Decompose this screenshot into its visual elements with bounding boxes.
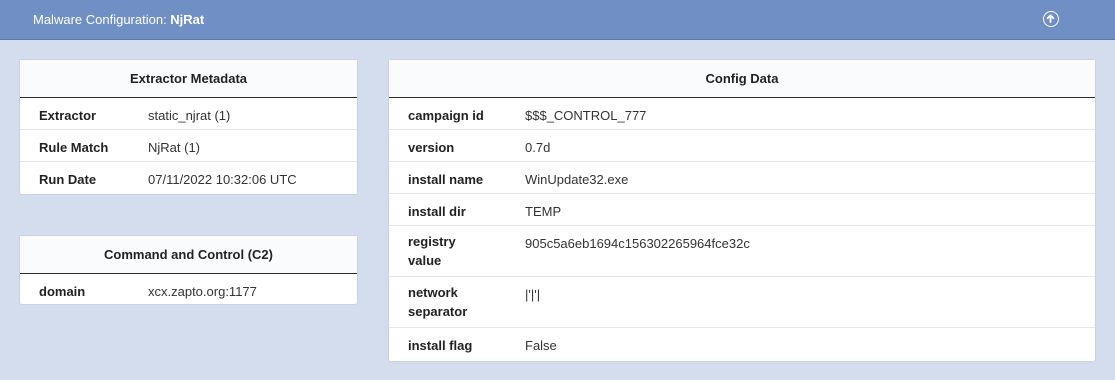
top-bar: Malware Configuration: NjRat	[0, 0, 1115, 40]
row-key: Rule Match	[39, 140, 109, 155]
table-row: registry value 905c5a6eb1694c15630226596…	[389, 226, 1095, 277]
table-row: Run Date 07/11/2022 10:32:06 UTC	[20, 162, 357, 194]
arrow-up-circle-icon[interactable]	[1043, 11, 1059, 27]
row-value: 07/11/2022 10:32:06 UTC	[148, 172, 297, 187]
row-value: xcx.zapto.org:1177	[148, 284, 257, 299]
page-title-prefix: Malware Configuration:	[33, 12, 171, 27]
config-data-title: Config Data	[389, 60, 1095, 98]
extractor-metadata-card: Extractor Metadata Extractor static_njra…	[19, 59, 358, 195]
row-key: campaign id	[408, 108, 484, 123]
table-row: install name WinUpdate32.exe	[389, 162, 1095, 194]
row-value: NjRat (1)	[148, 140, 201, 155]
row-value: $$$_CONTROL_777	[525, 108, 647, 123]
row-value: TEMP	[525, 204, 562, 219]
table-row: install dir TEMP	[389, 194, 1095, 226]
extractor-metadata-title: Extractor Metadata	[20, 60, 357, 98]
row-value: False	[525, 338, 557, 353]
table-row: campaign id $$$_CONTROL_777	[389, 98, 1095, 130]
row-key: install flag	[408, 338, 473, 353]
table-row: Extractor static_njrat (1)	[20, 98, 357, 130]
c2-title: Command and Control (C2)	[20, 236, 357, 274]
row-value: |'|'|	[525, 287, 541, 302]
row-value: WinUpdate32.exe	[525, 172, 629, 187]
table-row: version 0.7d	[389, 130, 1095, 162]
c2-card: Command and Control (C2) domain xcx.zapt…	[19, 235, 358, 305]
table-row: network separator |'|'|	[389, 277, 1095, 328]
row-key: registry value	[408, 234, 456, 268]
row-key: version	[408, 140, 455, 155]
row-value: static_njrat (1)	[148, 108, 231, 123]
row-value: 0.7d	[525, 140, 551, 155]
row-value: 905c5a6eb1694c156302265964fce32c	[525, 236, 750, 251]
malware-family-name: NjRat	[170, 12, 205, 27]
table-row: domain xcx.zapto.org:1177	[20, 274, 357, 306]
row-key: Run Date	[39, 172, 97, 187]
row-key: domain	[39, 284, 86, 299]
row-key: network separator	[408, 285, 468, 319]
config-data-card: Config Data campaign id $$$_CONTROL_777 …	[388, 59, 1096, 362]
row-key: Extractor	[39, 108, 97, 123]
row-key: install name	[408, 172, 484, 187]
page-title: Malware Configuration: NjRat	[33, 12, 204, 27]
row-key: install dir	[408, 204, 466, 219]
table-row: Rule Match NjRat (1)	[20, 130, 357, 162]
table-row: install flag False	[389, 328, 1095, 360]
